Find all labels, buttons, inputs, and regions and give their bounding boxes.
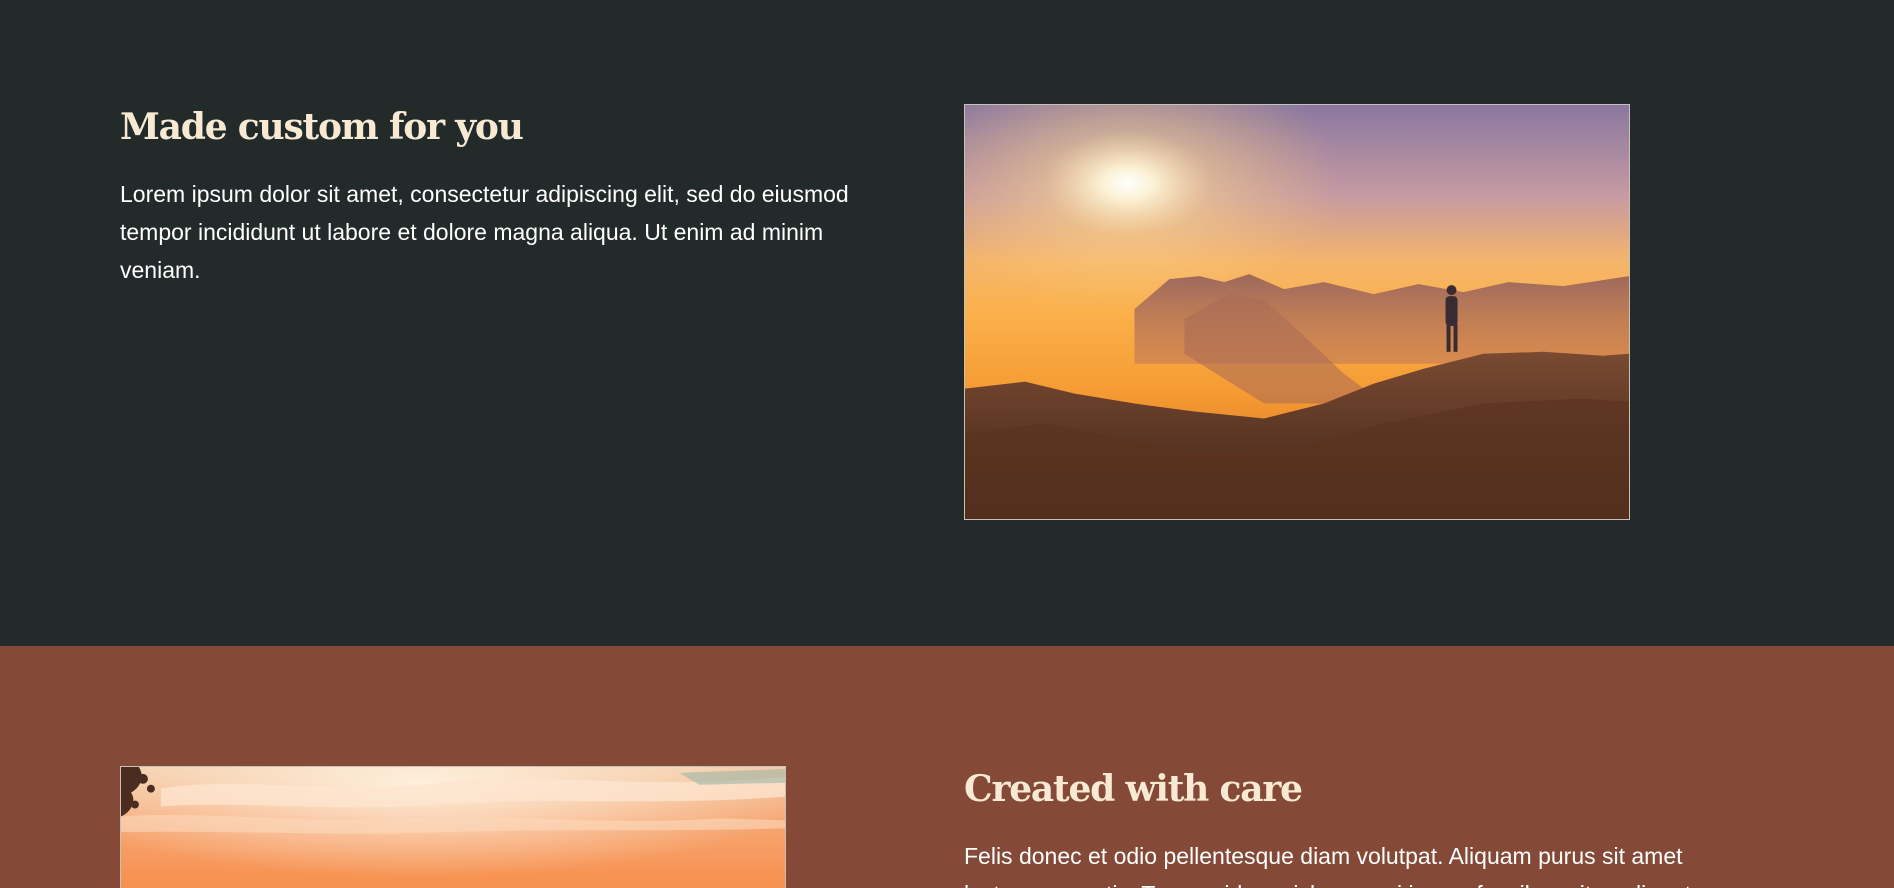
feature-section-custom: Made custom for you Lorem ipsum dolor si… xyxy=(0,0,1894,646)
section-heading: Created with care xyxy=(964,768,1303,810)
sunset-clouds-photo xyxy=(120,766,786,888)
mountain-sunrise-photo xyxy=(964,104,1630,520)
feature-section-care: Created with care Felis donec et odio pe… xyxy=(0,646,1894,888)
section-heading: Made custom for you xyxy=(120,106,524,148)
section-body-text: Felis donec et odio pellentesque diam vo… xyxy=(964,843,1697,888)
section-body-text: Lorem ipsum dolor sit amet, consectetur … xyxy=(120,181,849,283)
